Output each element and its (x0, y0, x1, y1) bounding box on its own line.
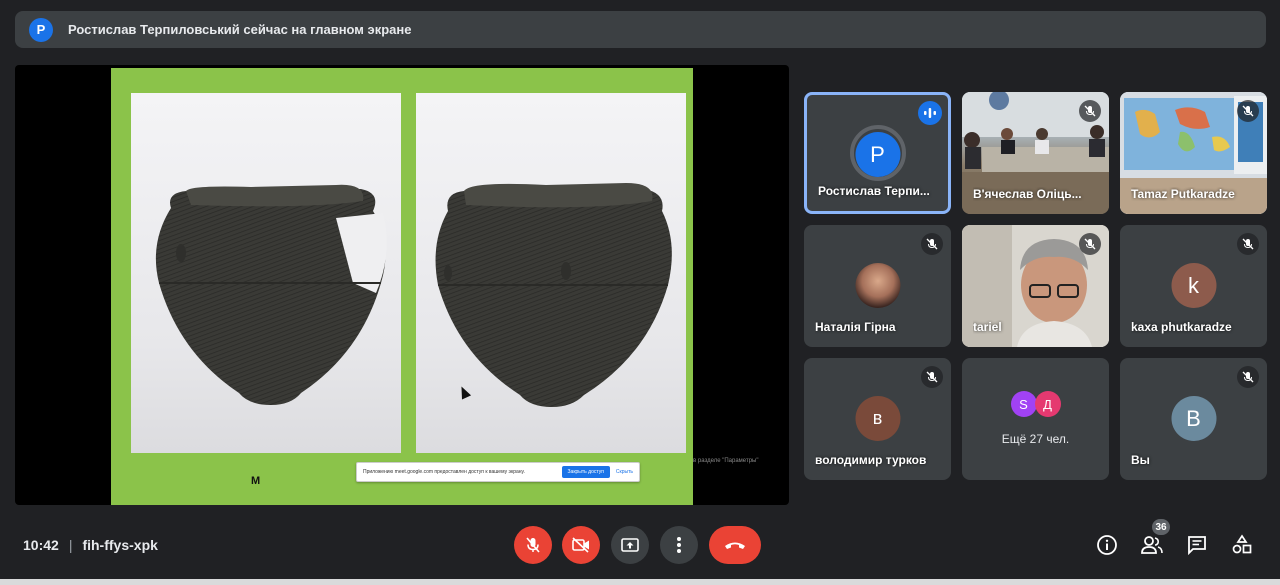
presenting-banner: Р Ростислав Терпиловський сейчас на глав… (15, 11, 1266, 48)
participant-name: Вы (1131, 453, 1150, 467)
info-icon (1097, 535, 1117, 555)
participant-tile-kaxa[interactable]: k kaxa phutkaradze (1120, 225, 1267, 347)
stop-sharing-button[interactable]: Закрыть доступ (561, 466, 610, 478)
shared-slide: М Приложению meet.google.com предоставле… (111, 68, 693, 505)
activities-icon (1232, 534, 1252, 554)
participant-tile-tamaz[interactable]: Tamaz Putkaradze (1120, 92, 1267, 214)
meeting-info: 10:42 | fih-ffys-xpk (23, 537, 158, 553)
mic-off-icon (526, 537, 540, 553)
muted-mic-icon (1079, 100, 1101, 122)
speaking-indicator-icon (918, 101, 942, 125)
pot-photo-right (416, 93, 686, 453)
pot-photo-left (131, 93, 401, 453)
more-participants-tile[interactable]: S Д Ещё 27 чел. (962, 358, 1109, 480)
present-icon (621, 538, 639, 552)
avatar: Д (1034, 391, 1061, 417)
meeting-details-button[interactable] (1094, 532, 1120, 558)
muted-mic-icon (1237, 366, 1259, 388)
muted-mic-icon (921, 366, 943, 388)
participant-tile-rostyslav[interactable]: P Ростислав Терпи... (804, 92, 951, 214)
os-taskbar-strip (0, 579, 1280, 585)
participant-name: tariel (973, 320, 1002, 334)
muted-mic-icon (1237, 100, 1259, 122)
clock: 10:42 (23, 537, 59, 553)
chat-button[interactable] (1184, 532, 1210, 558)
camera-off-icon (572, 537, 589, 553)
presenter-avatar: Р (29, 17, 53, 42)
separator: | (68, 537, 73, 553)
participant-name: Tamaz Putkaradze (1131, 187, 1235, 201)
presenting-text: Ростислав Терпиловський сейчас на главно… (68, 22, 412, 37)
avatar: k (1171, 263, 1216, 308)
participant-name: Наталія Гірна (815, 320, 896, 334)
chat-icon (1188, 536, 1206, 556)
muted-mic-icon (1079, 233, 1101, 255)
muted-mic-icon (1237, 233, 1259, 255)
avatar-photo (855, 263, 900, 308)
participant-tile-self[interactable]: В Вы (1120, 358, 1267, 480)
hang-up-icon (725, 542, 745, 549)
side-hint-text: в разделе "Параметры" (693, 458, 759, 464)
notice-text: Приложению meet.google.com предоставлен … (363, 469, 525, 475)
presentation-stage[interactable]: М Приложению meet.google.com предоставле… (15, 65, 789, 505)
activities-button[interactable] (1229, 532, 1255, 558)
hide-notice-link[interactable]: Скрыть (616, 469, 633, 475)
camera-toggle-button[interactable] (562, 526, 600, 564)
more-vert-icon (677, 537, 681, 553)
participant-name: kaxa phutkaradze (1131, 320, 1232, 334)
mic-toggle-button[interactable] (514, 526, 552, 564)
avatar: в (855, 396, 900, 441)
participant-tile-viacheslav[interactable]: В'ячеслав Оліць... (962, 92, 1109, 214)
more-avatars: S Д (1010, 391, 1061, 417)
slide-caption: М (251, 475, 261, 487)
avatar: S (1010, 391, 1037, 417)
people-icon (1141, 536, 1163, 554)
participant-tile-tariel[interactable]: tariel (962, 225, 1109, 347)
participant-name: В'ячеслав Оліць... (973, 187, 1082, 201)
people-button[interactable] (1139, 532, 1165, 558)
muted-mic-icon (921, 233, 943, 255)
present-screen-button[interactable] (611, 526, 649, 564)
bottom-bar: 10:42 | fih-ffys-xpk 36 (0, 515, 1280, 575)
leave-call-button[interactable] (709, 526, 761, 564)
participant-tile-natalia[interactable]: Наталія Гірна (804, 225, 951, 347)
participant-tile-volodymyr[interactable]: в володимир турков (804, 358, 951, 480)
avatar: P (855, 132, 900, 177)
meeting-code[interactable]: fih-ffys-xpk (82, 537, 157, 553)
participant-name: Ростислав Терпи... (818, 184, 930, 198)
more-options-button[interactable] (660, 526, 698, 564)
participant-name: володимир турков (815, 453, 927, 467)
screen-share-notice: Приложению meet.google.com предоставлен … (356, 462, 640, 482)
avatar: В (1171, 396, 1216, 441)
more-participants-label: Ещё 27 чел. (1001, 432, 1070, 446)
people-count-badge: 36 (1152, 519, 1170, 535)
